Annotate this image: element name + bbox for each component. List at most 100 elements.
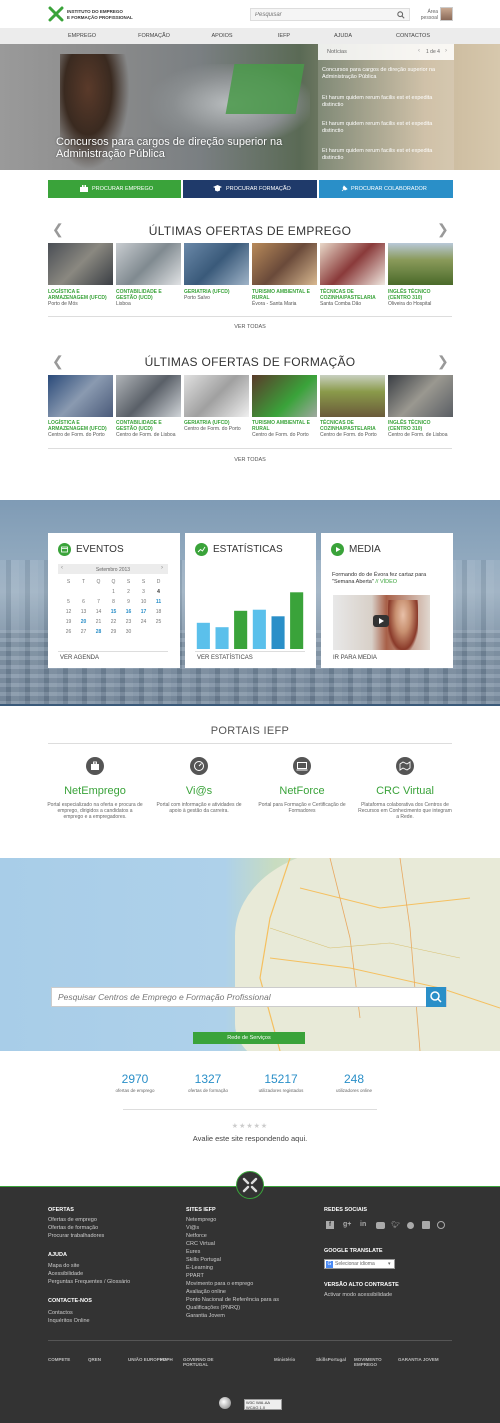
calendar-day[interactable]: 22	[106, 617, 121, 627]
footer-site-link[interactable]: Netforce	[186, 1232, 296, 1240]
formacao-ver-todas-link[interactable]: VER TODAS	[0, 457, 500, 463]
formacao-thumb-4[interactable]	[252, 375, 317, 417]
netemprego-icon[interactable]	[86, 757, 104, 775]
search-icon[interactable]	[397, 11, 405, 19]
calendar-day[interactable]: 16	[121, 607, 136, 617]
map-search-box[interactable]	[51, 987, 447, 1007]
partner-logo[interactable]: Ministério	[274, 1357, 320, 1362]
footer-site-link[interactable]: Vi@s	[186, 1224, 296, 1232]
calendar-day[interactable]: 1	[106, 587, 121, 597]
emprego-thumb-6[interactable]	[388, 243, 453, 285]
formacao-thumb-1[interactable]	[48, 375, 113, 417]
calendar-day[interactable]: 24	[136, 617, 151, 627]
twitter-icon[interactable]: 🐦︎	[391, 1221, 400, 1229]
translate-select[interactable]: G Selecionar idioma ▾	[324, 1259, 395, 1269]
news-item-2[interactable]: Et harum quidem rerum facilis est et exp…	[322, 95, 452, 109]
avatar[interactable]	[440, 7, 453, 21]
media-video-thumb[interactable]	[333, 595, 430, 650]
google-plus-icon[interactable]: g+	[343, 1221, 351, 1228]
crc-virtual-icon[interactable]	[396, 757, 414, 775]
facebook-icon[interactable]: f	[326, 1221, 334, 1229]
share-icon[interactable]	[437, 1221, 445, 1229]
calendar-next-icon[interactable]: ›	[161, 565, 163, 571]
youtube-icon[interactable]	[376, 1222, 385, 1229]
nav-ajuda[interactable]: AJUDA	[313, 33, 373, 39]
footer-site-link[interactable]: Eures	[186, 1248, 296, 1256]
rating-stars[interactable]: ★★★★★	[0, 1122, 500, 1130]
rede-servicos-button[interactable]: Rede de Serviços	[193, 1032, 305, 1044]
linkedin-icon[interactable]: in	[360, 1221, 366, 1228]
footer-logo-badge[interactable]	[236, 1171, 264, 1199]
calendar-day[interactable]: 15	[106, 607, 121, 617]
emprego-card-title-2[interactable]: CONTABILIDADE E GESTÃO (UCD)	[116, 289, 180, 301]
partner-logo[interactable]: GOVERNO DE PORTUGAL	[183, 1357, 229, 1367]
vias-icon[interactable]	[190, 757, 208, 775]
emprego-thumb-2[interactable]	[116, 243, 181, 285]
calendar-day[interactable]: 3	[136, 587, 151, 597]
calendar-day[interactable]: 17	[136, 607, 151, 617]
footer-contacte-link-2[interactable]: Inquéritos Online	[48, 1317, 90, 1325]
calendar-day[interactable]: 19	[61, 617, 76, 627]
map-search-input[interactable]	[52, 988, 412, 1006]
formacao-card-title-1[interactable]: LOGÍSTICA E ARMAZENAGEM (UFCD)	[48, 420, 112, 432]
formacao-card-title-5[interactable]: TÉCNICAS DE COZINHA/PASTELARIA	[320, 420, 384, 432]
calendar-day[interactable]: 20	[76, 617, 91, 627]
ver-estatisticas-link[interactable]: VER ESTATÍSTICAS	[197, 655, 253, 661]
calendar-day[interactable]: 10	[136, 597, 151, 607]
formacao-thumb-5[interactable]	[320, 375, 385, 417]
nav-contactos[interactable]: CONTACTOS	[383, 33, 443, 39]
partner-logo[interactable]: MOVIMENTO EMPREGO	[354, 1357, 400, 1367]
hero-headline[interactable]: Concursos para cargos de direção superio…	[56, 136, 316, 160]
procurar-formacao-button[interactable]: PROCURAR FORMAÇÃO	[183, 180, 317, 198]
calendar-day[interactable]: 14	[91, 607, 106, 617]
formacao-thumb-3[interactable]	[184, 375, 249, 417]
nav-apoios[interactable]: APOIOS	[192, 33, 252, 39]
portal-netemprego-title[interactable]: NetEmprego	[40, 785, 150, 797]
emprego-ver-todas-link[interactable]: VER TODAS	[0, 324, 500, 330]
calendar-day[interactable]: 5	[61, 597, 76, 607]
formacao-thumb-2[interactable]	[116, 375, 181, 417]
footer-site-link[interactable]: CRC Virtual	[186, 1240, 296, 1248]
calendar-day[interactable]: 8	[106, 597, 121, 607]
emprego-thumb-1[interactable]	[48, 243, 113, 285]
flickr-icon[interactable]	[407, 1222, 414, 1229]
footer-site-link[interactable]: Avaliação online	[186, 1288, 296, 1296]
footer-ofertas-link-2[interactable]: Ofertas de formação	[48, 1224, 98, 1232]
calendar-day[interactable]: 7	[91, 597, 106, 607]
footer-ajuda-link-2[interactable]: Acessibilidade	[48, 1270, 83, 1278]
calendar-day[interactable]: 9	[121, 597, 136, 607]
emprego-card-title-6[interactable]: INGLÊS TÉCNICO (CENTRO 310)	[388, 289, 452, 301]
portal-crc-virtual-title[interactable]: CRC Virtual	[350, 785, 460, 797]
footer-site-link[interactable]: PPART	[186, 1272, 296, 1280]
procurar-colaborador-button[interactable]: PROCURAR COLABORADOR	[319, 180, 453, 198]
footer-site-link[interactable]: Movimento para o emprego	[186, 1280, 296, 1288]
news-item-1[interactable]: Concursos para cargos de direção superio…	[322, 67, 452, 81]
calendar-day[interactable]: 4	[151, 587, 166, 597]
search-input[interactable]	[251, 9, 391, 20]
footer-ajuda-link-3[interactable]: Perguntas Frequentes / Glossário	[48, 1278, 130, 1286]
calendar-day[interactable]: 6	[76, 597, 91, 607]
procurar-emprego-button[interactable]: PROCURAR EMPREGO	[48, 180, 181, 198]
play-button-icon[interactable]	[373, 615, 389, 627]
footer-site-link[interactable]: E-Learning	[186, 1264, 296, 1272]
calendar-day[interactable]: 27	[76, 627, 91, 637]
calendar-day[interactable]: 11	[151, 597, 166, 607]
footer-site-link[interactable]: Skills Portugal	[186, 1256, 296, 1264]
map-section[interactable]: Rede de Serviços	[0, 858, 500, 1051]
news-item-3[interactable]: Et harum quidem rerum facilis est et exp…	[322, 121, 452, 135]
news-next-icon[interactable]: ›	[445, 48, 447, 54]
calendar-day[interactable]: 25	[151, 617, 166, 627]
emprego-card-title-4[interactable]: TURISMO AMBIENTAL E RURAL	[252, 289, 316, 301]
formacao-thumb-6[interactable]	[388, 375, 453, 417]
wcag-badge[interactable]: W3C WAI-AA WCAG 1.0	[244, 1399, 282, 1410]
footer-ofertas-link-3[interactable]: Procurar trabalhadores	[48, 1232, 104, 1240]
footer-site-link[interactable]: Netemprego	[186, 1216, 296, 1224]
footer-site-link[interactable]: Ponto Nacional de Referência para as Qua…	[186, 1296, 296, 1312]
footer-site-link[interactable]: Garantia Jovem	[186, 1312, 296, 1320]
calendar-day[interactable]: 26	[61, 627, 76, 637]
formacao-card-title-2[interactable]: CONTABILIDADE E GESTÃO (UCD)	[116, 420, 180, 432]
footer-contacte-link-1[interactable]: Contactos	[48, 1309, 73, 1317]
emprego-thumb-5[interactable]	[320, 243, 385, 285]
news-prev-icon[interactable]: ‹	[418, 48, 420, 54]
map-search-button[interactable]	[426, 987, 446, 1007]
